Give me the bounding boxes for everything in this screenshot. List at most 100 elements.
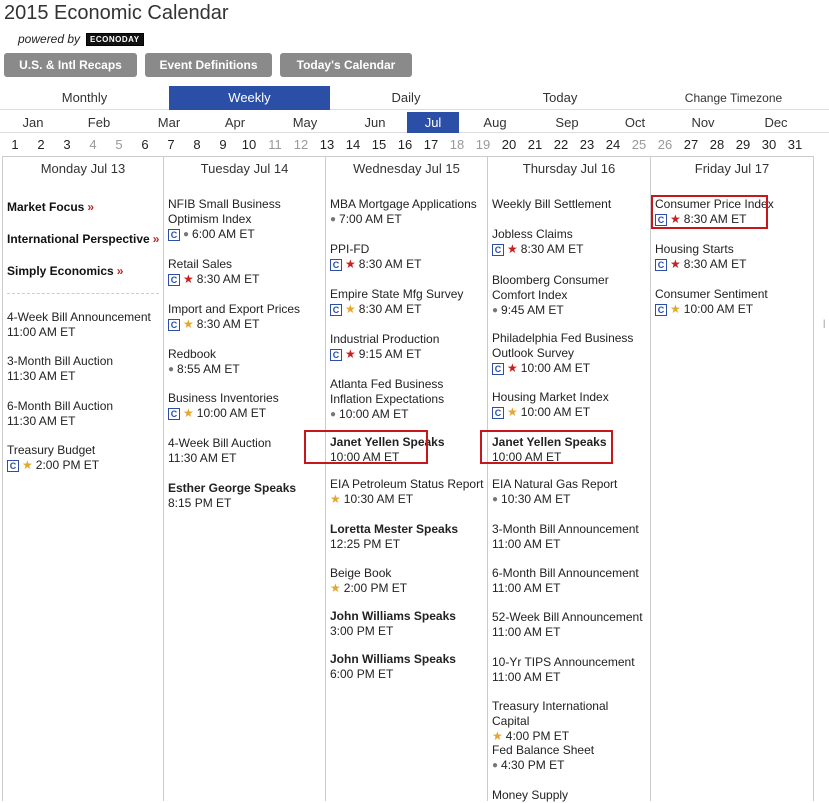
event-item[interactable]: 6-Month Bill Auction 11:30 AM ET — [7, 399, 161, 429]
star-icon: ★ — [670, 302, 681, 316]
event-item[interactable]: Weekly Bill Settlement — [492, 197, 648, 212]
month-nov[interactable]: Nov — [682, 112, 724, 133]
event-item[interactable]: Retail Sales C ★ 8:30 AM ET — [168, 257, 323, 287]
event-item[interactable]: Consumer Sentiment C ★ 10:00 AM ET — [655, 287, 811, 317]
day-link-10[interactable]: 10 — [238, 135, 260, 155]
day-link-26[interactable]: 26 — [654, 135, 676, 155]
month-feb[interactable]: Feb — [78, 112, 120, 133]
day-link-4[interactable]: 4 — [82, 135, 104, 155]
todays-calendar-button[interactable]: Today's Calendar — [280, 53, 412, 77]
day-link-28[interactable]: 28 — [706, 135, 728, 155]
star-icon: ★ — [670, 257, 681, 271]
day-link-17[interactable]: 17 — [420, 135, 442, 155]
event-item[interactable]: Import and Export Prices C ★ 8:30 AM ET — [168, 302, 323, 332]
international-perspective-link[interactable]: International Perspective» — [7, 232, 159, 246]
event-item[interactable]: John Williams Speaks 6:00 PM ET — [330, 652, 485, 682]
day-link-14[interactable]: 14 — [342, 135, 364, 155]
day-link-21[interactable]: 21 — [524, 135, 546, 155]
event-item[interactable]: MBA Mortgage Applications ● 7:00 AM ET — [330, 197, 485, 227]
day-link-24[interactable]: 24 — [602, 135, 624, 155]
day-link-7[interactable]: 7 — [160, 135, 182, 155]
event-item[interactable]: EIA Petroleum Status Report ★ 10:30 AM ET — [330, 477, 485, 507]
day-link-1[interactable]: 1 — [4, 135, 26, 155]
event-item[interactable]: Philadelphia Fed Business Outlook Survey… — [492, 331, 648, 376]
highlight-box-yellen-wed — [304, 430, 428, 464]
day-link-22[interactable]: 22 — [550, 135, 572, 155]
day-link-15[interactable]: 15 — [368, 135, 390, 155]
day-link-12[interactable]: 12 — [290, 135, 312, 155]
event-item[interactable]: 4-Week Bill Auction 11:30 AM ET — [168, 436, 323, 466]
event-item[interactable]: Housing Market Index C ★ 10:00 AM ET — [492, 390, 648, 420]
change-timezone-link[interactable]: Change Timezone — [638, 86, 829, 110]
event-item[interactable]: Industrial Production C ★ 9:15 AM ET — [330, 332, 485, 362]
day-link-30[interactable]: 30 — [758, 135, 780, 155]
econoday-logo[interactable]: ECONODAY — [86, 32, 144, 46]
event-item[interactable]: Treasury International Capital ★ 4:00 PM E… — [492, 699, 648, 744]
month-jan[interactable]: Jan — [12, 112, 54, 133]
event-item[interactable]: 3-Month Bill Auction 11:30 AM ET — [7, 354, 161, 384]
consensus-c-icon: C — [492, 243, 504, 256]
day-link-2[interactable]: 2 — [30, 135, 52, 155]
event-item[interactable]: John Williams Speaks 3:00 PM ET — [330, 609, 485, 639]
month-dec[interactable]: Dec — [755, 112, 797, 133]
event-item[interactable]: Jobless Claims C ★ 8:30 AM ET — [492, 227, 648, 257]
tab-monthly[interactable]: Monthly — [0, 86, 169, 110]
event-item[interactable]: Treasury Budget C ★ 2:00 PM ET — [7, 443, 161, 473]
event-item[interactable]: Beige Book ★ 2:00 PM ET — [330, 566, 485, 596]
month-apr[interactable]: Apr — [214, 112, 256, 133]
day-link-5[interactable]: 5 — [108, 135, 130, 155]
day-link-11[interactable]: 11 — [264, 135, 286, 155]
event-item[interactable]: PPI-FD C ★ 8:30 AM ET — [330, 242, 485, 272]
day-link-27[interactable]: 27 — [680, 135, 702, 155]
month-may[interactable]: May — [284, 112, 326, 133]
star-icon: ★ — [330, 581, 341, 595]
recaps-button[interactable]: U.S. & Intl Recaps — [4, 53, 137, 77]
event-item[interactable]: EIA Natural Gas Report ● 10:30 AM ET — [492, 477, 648, 507]
event-item[interactable]: Esther George Speaks 8:15 PM ET — [168, 481, 323, 511]
event-item[interactable]: NFIB Small Business Optimism Index C ● 6:00… — [168, 197, 323, 242]
bullet-icon: ● — [492, 305, 499, 316]
event-item[interactable]: Atlanta Fed Business Inflation Expectati… — [330, 377, 485, 422]
event-item[interactable]: Redbook ● 8:55 AM ET — [168, 347, 323, 377]
day-link-29[interactable]: 29 — [732, 135, 754, 155]
month-sep[interactable]: Sep — [546, 112, 588, 133]
event-item[interactable]: Empire State Mfg Survey C ★ 8:30 AM ET — [330, 287, 485, 317]
month-aug[interactable]: Aug — [474, 112, 516, 133]
event-item[interactable]: 3-Month Bill Announcement 11:00 AM ET — [492, 522, 648, 552]
day-link-19[interactable]: 19 — [472, 135, 494, 155]
scrollbar[interactable]: | — [823, 318, 825, 328]
day-link-20[interactable]: 20 — [498, 135, 520, 155]
day-link-16[interactable]: 16 — [394, 135, 416, 155]
event-item[interactable]: Business Inventories C ★ 10:00 AM ET — [168, 391, 323, 421]
event-item[interactable]: Fed Balance Sheet ● 4:30 PM ET — [492, 743, 648, 773]
day-link-6[interactable]: 6 — [134, 135, 156, 155]
day-link-23[interactable]: 23 — [576, 135, 598, 155]
tab-daily[interactable]: Daily — [330, 86, 482, 110]
event-item[interactable]: 6-Month Bill Announcement 11:00 AM ET — [492, 566, 648, 596]
month-mar[interactable]: Mar — [148, 112, 190, 133]
day-link-8[interactable]: 8 — [186, 135, 208, 155]
day-link-18[interactable]: 18 — [446, 135, 468, 155]
event-item[interactable]: 52-Week Bill Announcement 11:00 AM ET — [492, 610, 648, 640]
event-item[interactable]: Money Supply — [492, 788, 648, 803]
event-definitions-button[interactable]: Event Definitions — [145, 53, 272, 77]
tab-today[interactable]: Today — [482, 86, 638, 110]
event-item[interactable]: 10-Yr TIPS Announcement 11:00 AM ET — [492, 655, 648, 685]
event-item[interactable]: 4-Week Bill Announcement 11:00 AM ET — [7, 310, 161, 340]
column-header: Wednesday Jul 15 — [353, 161, 460, 176]
day-link-9[interactable]: 9 — [212, 135, 234, 155]
day-link-3[interactable]: 3 — [56, 135, 78, 155]
market-focus-link[interactable]: Market Focus» — [7, 200, 94, 214]
day-link-13[interactable]: 13 — [316, 135, 338, 155]
tab-weekly[interactable]: Weekly — [169, 86, 330, 110]
simply-economics-link[interactable]: Simply Economics» — [7, 264, 123, 278]
event-item[interactable]: Loretta Mester Speaks 12:25 PM ET — [330, 522, 485, 552]
month-oct[interactable]: Oct — [614, 112, 656, 133]
event-item[interactable]: Bloomberg Consumer Comfort Index ● 9:45 AM… — [492, 273, 648, 318]
month-jun[interactable]: Jun — [354, 112, 396, 133]
day-link-25[interactable]: 25 — [628, 135, 650, 155]
highlight-box-yellen-thu — [480, 430, 613, 464]
month-jul[interactable]: Jul — [407, 112, 459, 133]
event-item[interactable]: Housing Starts C ★ 8:30 AM ET — [655, 242, 811, 272]
day-link-31[interactable]: 31 — [784, 135, 806, 155]
